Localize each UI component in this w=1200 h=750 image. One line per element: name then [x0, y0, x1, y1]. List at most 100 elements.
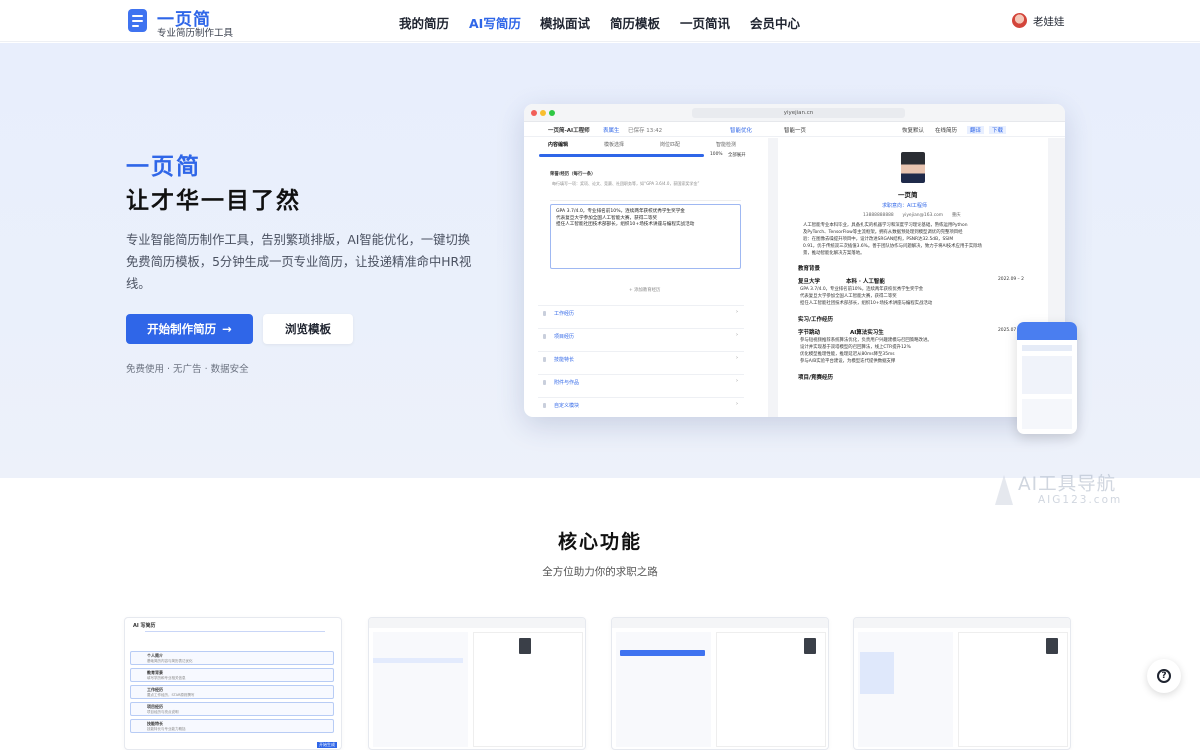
section-project[interactable]: 项目经历 › [538, 328, 744, 343]
edu-school: 复旦大学 [798, 279, 821, 285]
resume-paper: 一页简 求职意向：AI工程师 13888888888 yiyejian@163.… [778, 138, 1048, 417]
page: { "header":{"logo_title":"一页简","logo_sub… [0, 0, 1200, 750]
resume-name: 一页简 [898, 191, 918, 199]
work-company: 字节跳动 [798, 330, 821, 336]
summary-line: 验：在图像去噪提升项目中，设计改进SRGAN结构，PSNR达32.5dB，SSI… [803, 237, 954, 242]
section-custom[interactable]: 自定义模块 › [538, 397, 744, 412]
doc-name: 智能一页 [784, 128, 807, 134]
section-work[interactable]: 工作经历 › [538, 305, 744, 320]
card-row: 工作经历 要点工作经历，STAR原则撰写 [130, 685, 334, 699]
tab-smart-check[interactable]: 智能检测 [716, 141, 736, 148]
user-name[interactable]: 老娃娃 [1033, 14, 1065, 29]
edu-title: 教育背景 [798, 266, 821, 272]
card-generate-button[interactable]: 开始生成 [317, 742, 337, 748]
editor-panel: 内容编辑 模板选择 岗位匹配 智能检测 100% 全部展开 荣誉/经历（每行一条… [534, 138, 758, 417]
arrow-right-icon: → [222, 322, 232, 336]
question-circle-icon: ? [1157, 669, 1171, 683]
card-row: 教育背景 填写学历和专业相关信息 [130, 668, 334, 682]
project-title: 项目/竞赛经历 [798, 375, 834, 381]
start-resume-button[interactable]: 开始制作简历 → [126, 314, 253, 344]
nav-resume-templates[interactable]: 简历模板 [610, 13, 660, 32]
watermark-line1: AI工具导航 [1018, 474, 1117, 495]
close-dot-icon [531, 110, 537, 116]
nav-news[interactable]: 一页简讯 [680, 13, 730, 32]
add-education-button[interactable]: + 添加教育经历 [629, 287, 660, 293]
card-title: AI 写简历 [133, 623, 156, 629]
tab-template-select[interactable]: 模板选择 [604, 141, 624, 148]
watermark-line2: AIG123.com [1038, 494, 1123, 506]
browser-bar: yiyejian.cn [524, 104, 1065, 122]
work-line: 设计并实现基于双塔模型的召回算法，线上CTR提升12% [800, 345, 911, 350]
hero-section: 一页简 让才华一目了然 专业智能简历制作工具，告别繁琐排版，AI智能优化，一键切… [0, 43, 1200, 506]
feature-card-templates[interactable] [611, 617, 829, 750]
tab-job-match[interactable]: 岗位匹配 [660, 141, 680, 148]
feature-card-editor[interactable] [368, 617, 586, 750]
section-label: 技能特长 [554, 357, 575, 363]
maximize-dot-icon [549, 110, 555, 116]
section-label: 项目经历 [554, 334, 575, 340]
feature-card-preview[interactable] [853, 617, 1071, 750]
hero-brand: 一页简 [126, 154, 201, 180]
expand-all-button[interactable]: 全部展开 [728, 152, 746, 158]
hero-description: 专业智能简历制作工具，告别繁琐排版，AI智能优化，一键切换免费简历模板，5分钟生… [126, 233, 472, 291]
app-preview-window: yiyejian.cn 一页简-AI工程师 表属生 已保存 13:42 智能优化… [524, 104, 1065, 417]
edu-line: 代表复旦大学参加全国人工智能大赛，获得二等奖 [800, 294, 897, 299]
edu-date: 2022.09 – 2 [998, 277, 1024, 282]
nav-ai-write-resume[interactable]: AI写简历 [469, 13, 521, 32]
card-row: 个人简介 基础简历内容与简历表达优化 [130, 651, 334, 665]
edu-degree: 本科 · 人工智能 [846, 279, 885, 285]
app-toolbar: 一页简-AI工程师 表属生 已保存 13:42 智能优化 智能一页 恢复默认 在… [524, 122, 1065, 137]
minimize-dot-icon [540, 110, 546, 116]
work-line: 参与A/B实验平台建设，为模型迭代提供数据支撑 [800, 359, 896, 364]
resume-contact: 13888888888 yiyejian@163.com 重庆 [863, 213, 961, 218]
ai-optimize-button[interactable]: 智能优化 [730, 126, 752, 134]
hero-note: 免费使用 · 无广告 · 数据安全 [126, 364, 249, 375]
work-line: 参与短视频推荐系统算法优化，负责用户兴趣建模与召回策略改进。 [800, 338, 932, 343]
start-resume-label: 开始制作简历 [147, 322, 217, 336]
editor-line: 担任人工智能社团技术部部长，组织10+场技术讲座与编程实战活动 [556, 222, 695, 227]
online-resume-button[interactable]: 在线简历 [935, 126, 957, 134]
app-name: 一页简-AI工程师 [548, 128, 590, 134]
features-subtitle: 全方位助力你的求职之路 [542, 566, 658, 578]
features-title: 核心功能 [557, 531, 642, 553]
summary-line: 0.91，优于传统双三次插值3.6%。善于团队协作与问题解决，致力于将AI技术应… [803, 244, 982, 249]
card-row: 技能特长 技能特长与专业能力概括 [130, 719, 334, 733]
hero-title: 让才华一目了然 [126, 188, 301, 214]
edu-line: 担任人工智能社团技术部部长，组织10+场技术讲座与编程实战活动 [800, 301, 933, 306]
section-label: 自定义模块 [554, 403, 580, 409]
translate-button[interactable]: 翻译 [967, 126, 985, 134]
section-label: 工作经历 [554, 311, 575, 317]
resume-intent: 求职意向：AI工程师 [882, 203, 927, 209]
feature-card-ai-write[interactable]: AI 写简历 个人简介 基础简历内容与简历表达优化 教育背景 填写学历和专业相关信息… [124, 617, 342, 750]
help-button[interactable]: ? [1147, 659, 1181, 693]
summary-line: 景，推动智能化解决方案落地。 [803, 251, 865, 256]
section-label: 附件与作品 [554, 380, 580, 386]
completion-progress [539, 154, 704, 157]
edu-line: GPA 3.7/4.0，专业排名前10%，连续两年获校优秀学生奖学金 [800, 287, 924, 292]
restore-default-button[interactable]: 恢复默认 [902, 126, 924, 134]
nav-mock-interview[interactable]: 模拟面试 [540, 13, 590, 32]
work-title: 实习/工作经历 [798, 317, 834, 323]
work-line: 优化模型推理性能，推理延迟从80ms降至35ms [800, 352, 895, 357]
honor-hint: 每行填写一项：奖项、论文、竞赛、社团职务等，如“GPA 3.6/4.0，获国家奖… [552, 181, 700, 186]
progress-percent: 100% [710, 152, 723, 157]
top-header: 一页简 专业简历制作工具 我的简历 AI写简历 模拟面试 简历模板 一页简讯 会… [0, 0, 1200, 42]
section-attachments[interactable]: 附件与作品 › [538, 374, 744, 389]
download-button[interactable]: 下载 [989, 126, 1007, 134]
honor-title: 荣誉/经历（每行一条） [550, 172, 596, 177]
editor-format-toolbar[interactable] [550, 191, 741, 201]
section-skills[interactable]: 技能特长 › [538, 351, 744, 366]
honor-editor[interactable]: GPA 3.7/4.0，专业排名前10%，连续两年获校优秀学生奖学金 代表复旦大… [550, 204, 741, 269]
browse-templates-button[interactable]: 浏览模板 [263, 314, 353, 344]
resume-photo [901, 152, 925, 183]
browser-url: yiyejian.cn [692, 108, 905, 118]
summary-line: 人工智能专业本科毕业，具备扎实的机器学习和深度学习理论基础，熟练运用Python [803, 223, 968, 228]
logo-subtitle: 专业简历制作工具 [157, 28, 234, 39]
user-avatar[interactable] [1012, 13, 1027, 28]
tab-content-edit[interactable]: 内容编辑 [548, 141, 568, 148]
summary-line: 及PyTorch、TensorFlow等主流框架。拥有从数据预处理到模型调优的完… [803, 230, 963, 235]
nav-membership[interactable]: 会员中心 [750, 13, 800, 32]
card-row: 项目经历 项目经历与亮点说明 [130, 702, 334, 716]
logo-document-icon[interactable] [128, 9, 147, 32]
nav-my-resume[interactable]: 我的简历 [399, 13, 449, 32]
